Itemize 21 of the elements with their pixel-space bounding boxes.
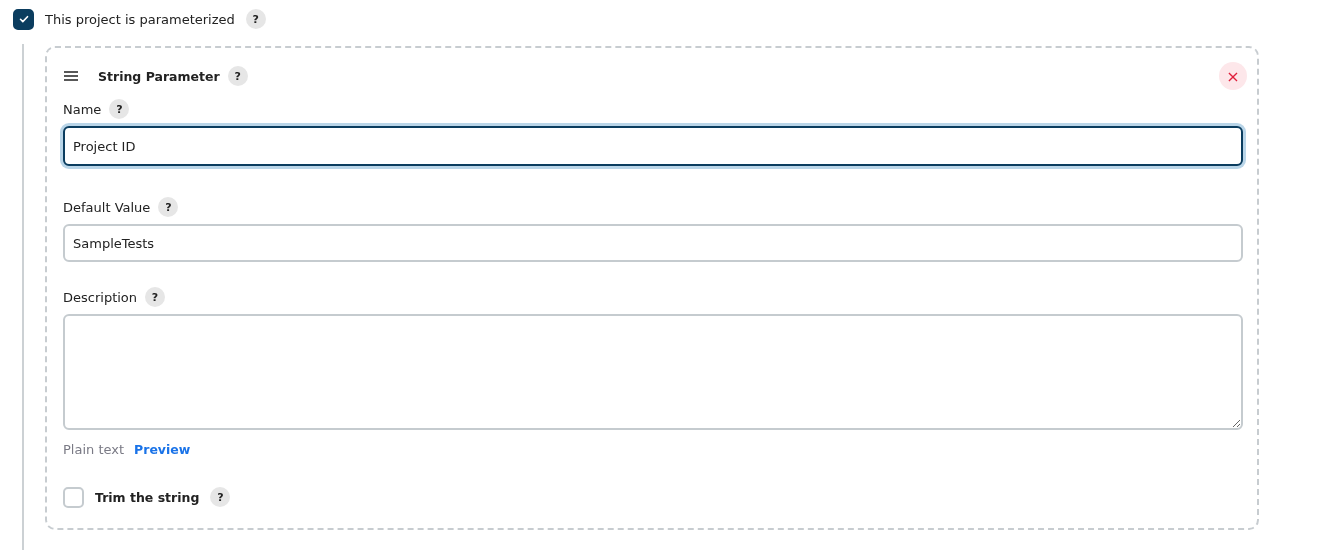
help-button[interactable]: ? [227,66,248,86]
preview-link[interactable]: Preview [134,441,191,457]
text-field[interactable]: SampleTests [63,224,1243,262]
field-label: Description [63,289,138,305]
parameter-title: String Parameter [98,68,220,84]
help-button[interactable]: ? [210,487,231,507]
checkbox-label[interactable]: Trim the string [95,489,200,505]
help-button[interactable]: ? [158,197,179,217]
field-label: Default Value [63,199,151,215]
help-button[interactable]: ? [109,99,130,119]
close-button[interactable]: × [1219,62,1247,90]
help-button[interactable]: ? [145,287,166,307]
field-label: Name [63,101,102,117]
text-field[interactable]: Project ID [63,126,1243,166]
checkbox-label[interactable]: This project is parameterized [45,11,235,27]
format-label: Plain text [63,441,125,457]
help-button[interactable]: ? [245,9,266,29]
drag-handle-icon[interactable] [63,71,79,81]
description-field[interactable] [63,314,1243,430]
check-icon [17,13,30,25]
checkbox[interactable] [13,8,34,30]
